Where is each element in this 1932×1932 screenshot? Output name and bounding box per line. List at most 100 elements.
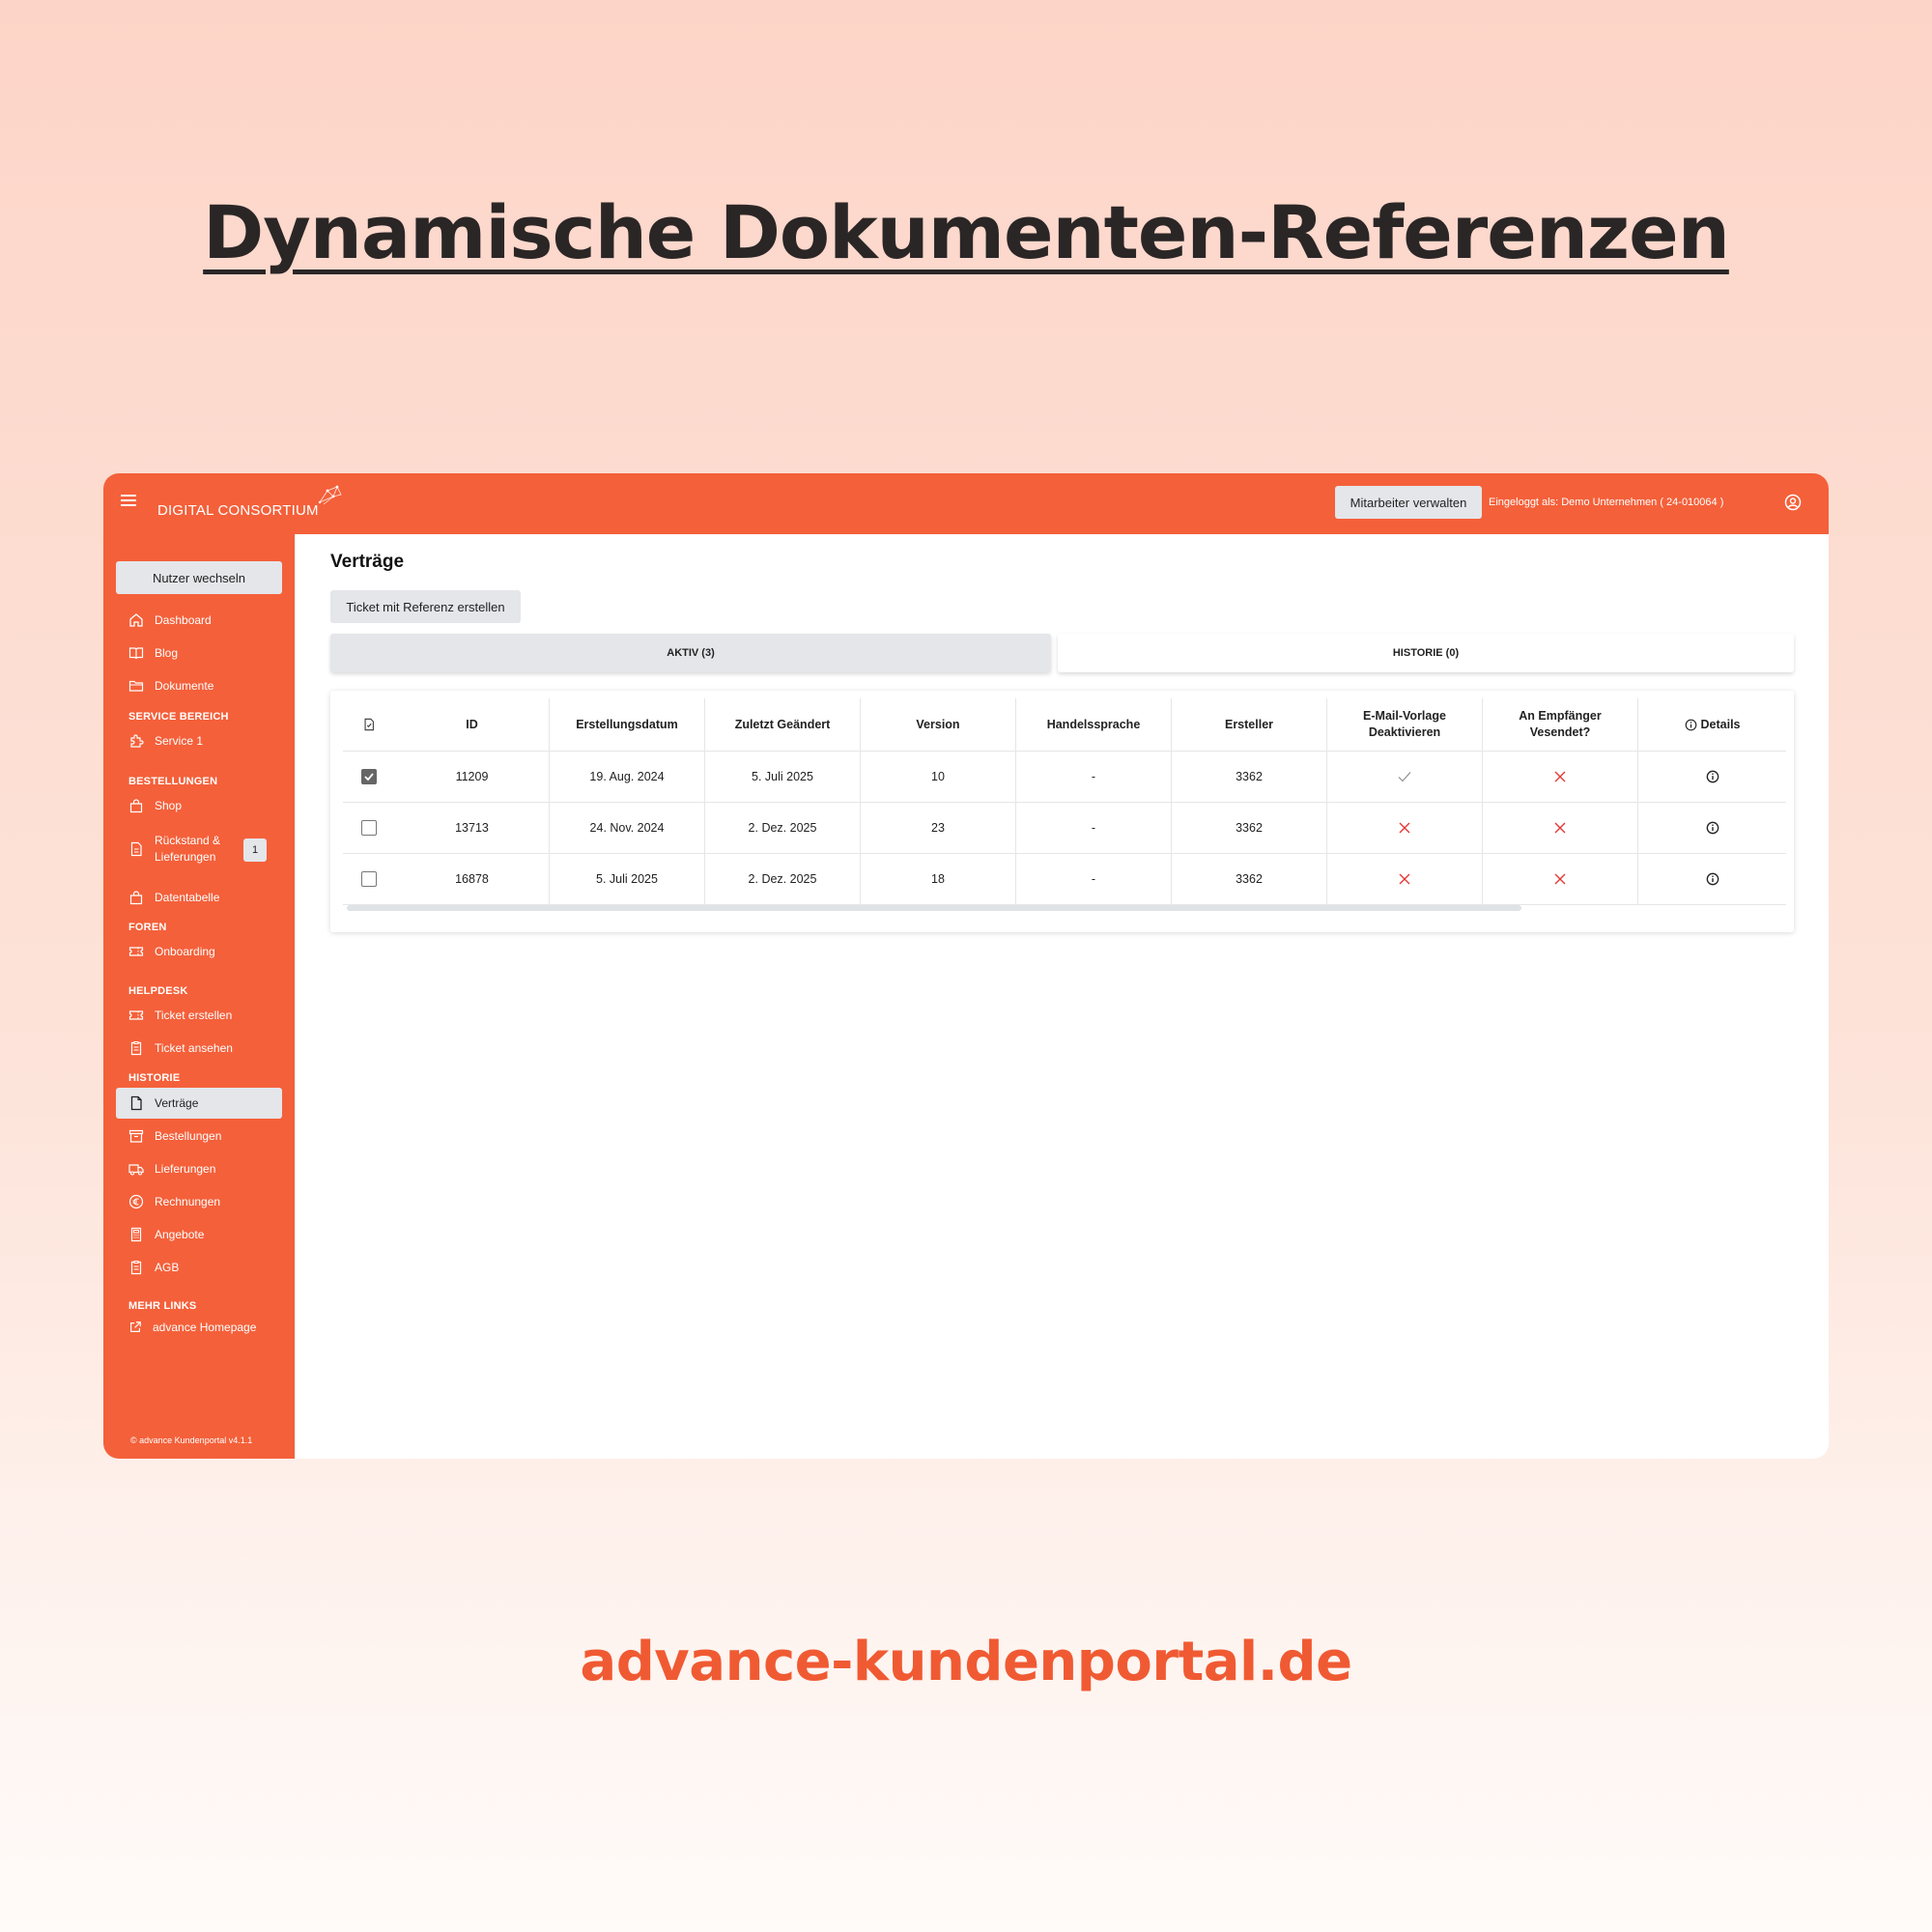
sidebar-item-label: Dashboard <box>155 613 212 627</box>
sidebar-item-orders[interactable]: Bestellungen <box>116 1121 282 1151</box>
header-sent-to-recipient[interactable]: An Empfänger Vesendet? <box>1483 698 1638 751</box>
app-window: DIGITAL CONSORTIUM Mitarbeiter verwalten… <box>103 473 1829 1459</box>
header-id[interactable]: ID <box>395 698 550 751</box>
info-icon[interactable] <box>1706 770 1719 783</box>
horizontal-scrollbar[interactable] <box>347 905 1521 911</box>
sidebar-item-label: Lieferungen <box>155 1162 216 1176</box>
row-checkbox[interactable] <box>361 820 377 836</box>
external-link-icon <box>130 1321 141 1332</box>
header-label: Details <box>1700 717 1741 731</box>
header-line-1: An Empfänger <box>1519 709 1602 723</box>
info-icon[interactable] <box>1706 821 1719 835</box>
sidebar-item-homepage[interactable]: advance Homepage <box>116 1312 282 1343</box>
sidebar-item-label: Verträge <box>155 1096 199 1110</box>
sidebar-item-label: Blog <box>155 646 179 660</box>
sidebar-item-label: Ticket erstellen <box>155 1009 233 1022</box>
header-creator[interactable]: Ersteller <box>1172 698 1327 751</box>
info-icon[interactable] <box>1706 872 1719 886</box>
sidebar-item-label: Rückstand & Lieferungen <box>155 833 220 866</box>
sidebar-item-onboarding[interactable]: Onboarding <box>116 936 282 967</box>
cell-id: 11209 <box>395 752 550 802</box>
sidebar-item-label: Rechnungen <box>155 1195 221 1208</box>
sidebar-item-documents[interactable]: Dokumente <box>116 670 282 701</box>
hamburger-icon[interactable] <box>121 495 136 506</box>
label-line-1: Rückstand & <box>155 834 221 847</box>
manage-staff-button[interactable]: Mitarbeiter verwalten <box>1335 486 1482 519</box>
sidebar-item-data-table[interactable]: Datentabelle <box>116 882 282 913</box>
tab-active[interactable]: AKTIV (3) <box>330 634 1051 672</box>
cell-changed: 5. Juli 2025 <box>705 752 861 802</box>
header-line-1: E-Mail-Vorlage <box>1363 709 1446 723</box>
section-service: SERVICE BEREICH <box>128 711 229 723</box>
sidebar-item-blog[interactable]: Blog <box>116 638 282 668</box>
section-forums: FOREN <box>128 922 167 933</box>
sidebar-item-create-ticket[interactable]: Ticket erstellen <box>116 1000 282 1031</box>
header-changed[interactable]: Zuletzt Geändert <box>705 698 861 751</box>
cell-version: 23 <box>861 803 1016 853</box>
cell-language: - <box>1016 752 1172 802</box>
cross-icon <box>1399 873 1410 885</box>
row-checkbox[interactable] <box>361 871 377 887</box>
header-created[interactable]: Erstellungsdatum <box>550 698 705 751</box>
user-circle-icon[interactable] <box>1784 494 1802 511</box>
home-icon <box>129 613 143 627</box>
row-select-cell <box>343 854 395 904</box>
cell-details <box>1638 803 1786 853</box>
cell-email-disabled <box>1327 803 1483 853</box>
sidebar-item-service-1[interactable]: Service 1 <box>116 725 282 756</box>
sidebar-item-dashboard[interactable]: Dashboard <box>116 605 282 636</box>
cell-created: 19. Aug. 2024 <box>550 752 705 802</box>
cross-icon <box>1554 822 1566 834</box>
sidebar-item-offers[interactable]: Angebote <box>116 1219 282 1250</box>
header-line-2: Vesendet? <box>1529 725 1591 739</box>
footer-url[interactable]: advance-kundenportal.de <box>0 1631 1932 1693</box>
table-header: ID Erstellungsdatum Zuletzt Geändert Ver… <box>343 698 1786 752</box>
cell-language: - <box>1016 854 1172 904</box>
sidebar-item-deliveries[interactable]: Lieferungen <box>116 1153 282 1184</box>
header-select <box>343 698 395 751</box>
sidebar-item-label: AGB <box>155 1261 180 1274</box>
sidebar-item-contracts[interactable]: Verträge <box>116 1088 282 1119</box>
table-row[interactable]: 11209 19. Aug. 2024 5. Juli 2025 10 - 33… <box>343 752 1786 803</box>
cell-created: 24. Nov. 2024 <box>550 803 705 853</box>
main-content: Verträge Ticket mit Referenz erstellen A… <box>295 534 1815 1459</box>
sidebar-item-backlog-deliveries[interactable]: Rückstand & Lieferungen 1 <box>116 830 282 868</box>
sidebar-item-shop[interactable]: Shop <box>116 790 282 821</box>
archive-icon <box>128 1129 144 1143</box>
create-ticket-with-reference-button[interactable]: Ticket mit Referenz erstellen <box>330 590 521 623</box>
cell-language: - <box>1016 803 1172 853</box>
cell-created: 5. Juli 2025 <box>550 854 705 904</box>
switch-user-button[interactable]: Nutzer wechseln <box>116 561 282 594</box>
table-row[interactable]: 13713 24. Nov. 2024 2. Dez. 2025 23 - 33… <box>343 803 1786 854</box>
info-icon <box>1685 719 1696 730</box>
row-checkbox[interactable] <box>361 769 377 784</box>
cell-email-disabled <box>1327 854 1483 904</box>
header-email-template-disable[interactable]: E-Mail-Vorlage Deaktivieren <box>1327 698 1483 751</box>
table-row[interactable]: 16878 5. Juli 2025 2. Dez. 2025 18 - 336… <box>343 854 1786 905</box>
file-icon <box>130 1095 142 1111</box>
truck-icon <box>128 1164 144 1176</box>
header-version[interactable]: Version <box>861 698 1016 751</box>
sidebar-item-view-tickets[interactable]: Ticket ansehen <box>116 1033 282 1064</box>
shopping-bag-icon <box>129 891 143 905</box>
cell-id: 16878 <box>395 854 550 904</box>
header-language[interactable]: Handelssprache <box>1016 698 1172 751</box>
cell-changed: 2. Dez. 2025 <box>705 854 861 904</box>
calculator-icon <box>130 1227 142 1242</box>
count-badge: 1 <box>243 838 267 862</box>
header-details: Details <box>1638 698 1786 751</box>
cell-creator: 3362 <box>1172 752 1327 802</box>
sidebar-item-terms[interactable]: AGB <box>116 1252 282 1283</box>
cell-sent <box>1483 854 1638 904</box>
label-line-2: Lieferungen <box>155 850 216 864</box>
cross-icon <box>1399 822 1410 834</box>
cell-creator: 3362 <box>1172 854 1327 904</box>
brand-name[interactable]: DIGITAL CONSORTIUM <box>157 502 319 519</box>
clipboard-icon <box>130 1261 142 1275</box>
tab-history[interactable]: HISTORIE (0) <box>1058 634 1794 672</box>
login-info: Eingeloggt als: Demo Unternehmen ( 24-01… <box>1489 497 1724 508</box>
file-check-icon <box>364 718 374 731</box>
section-helpdesk: HELPDESK <box>128 985 188 997</box>
contracts-table-card: ID Erstellungsdatum Zuletzt Geändert Ver… <box>330 691 1794 932</box>
sidebar-item-invoices[interactable]: Rechnungen <box>116 1186 282 1217</box>
